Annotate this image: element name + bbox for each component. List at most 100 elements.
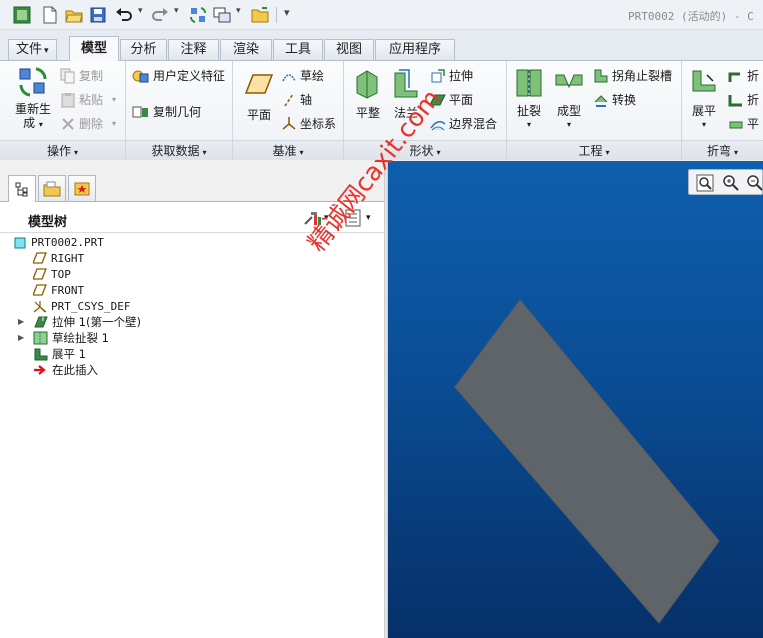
convert-button[interactable]: 转换 (593, 91, 636, 108)
group-label-get-data[interactable]: 获取数据 ▾ (126, 140, 232, 160)
flat-wall-big-icon (356, 70, 378, 99)
udf-icon (132, 70, 149, 82)
sketch-button[interactable]: 草绘 (281, 67, 324, 84)
user-defined-feature-button[interactable]: 用户定义特征 (132, 67, 225, 84)
tab-file[interactable]: 文件 ▾ (8, 39, 57, 60)
customize-toolbar-icon[interactable]: ▾ (284, 6, 290, 19)
delete-icon (62, 117, 74, 130)
extrude-icon (431, 68, 445, 82)
group-label-datum[interactable]: 基准 ▾ (233, 140, 343, 160)
group-label-operations[interactable]: 操作 ▾ (0, 140, 125, 160)
windows-icon[interactable] (212, 5, 232, 25)
undo-dropdown-icon[interactable]: ▾ (138, 6, 143, 16)
tab-model[interactable]: 模型 (69, 36, 119, 61)
form-button[interactable]: 成型 ▾ (551, 67, 587, 132)
sketch-rip-icon (33, 331, 48, 345)
edge-bend-button[interactable]: 折 (728, 91, 759, 108)
bend-button[interactable]: 折 (728, 67, 759, 84)
axis-button[interactable]: 轴 (281, 91, 312, 108)
extrude-wall-icon (34, 316, 48, 328)
undo-icon[interactable] (114, 5, 134, 25)
tree-item-extrude-wall[interactable]: 拉伸 1(第一个壁) (33, 314, 141, 330)
csys-icon (33, 300, 47, 312)
app-icon[interactable] (12, 5, 32, 25)
extrude-button[interactable]: 拉伸 (430, 67, 473, 84)
tree-item-csys[interactable]: PRT_CSYS_DEF (33, 298, 130, 314)
csys-button[interactable]: 坐标系 (281, 115, 336, 132)
copy-button[interactable]: 复制 (60, 67, 103, 84)
datum-plane-big-icon (244, 74, 274, 94)
delete-button[interactable]: 删除 ▾ (60, 115, 116, 132)
unbend-button[interactable]: 展平 ▾ (686, 67, 722, 132)
new-icon[interactable] (40, 5, 60, 25)
group-engineering: 扯裂 ▾ 成型 ▾ 拐角止裂槽 转换 工程 ▾ (507, 61, 682, 160)
expand-extrude-icon[interactable]: ▶ (18, 317, 24, 326)
datum-plane-icon (33, 252, 47, 264)
graphics-window[interactable] (388, 161, 763, 638)
refit-icon (696, 174, 714, 192)
datum-plane-button[interactable]: 平面 (239, 69, 279, 122)
tab-applications[interactable]: 应用程序 (375, 39, 455, 60)
save-icon[interactable] (88, 5, 108, 25)
zoom-in-button[interactable] (721, 173, 741, 193)
tab-view[interactable]: 视图 (324, 39, 374, 60)
corner-relief-button[interactable]: 拐角止裂槽 (593, 67, 672, 84)
unbend-big-icon (692, 70, 716, 92)
model-tree-title: 模型树 (28, 215, 68, 230)
favorites-tab[interactable] (68, 175, 96, 201)
tab-tools[interactable]: 工具 (273, 39, 323, 60)
copy-geometry-button[interactable]: 复制几何 (132, 103, 201, 120)
tree-item-top[interactable]: TOP (33, 266, 71, 282)
redo-icon[interactable] (150, 5, 170, 25)
convert-icon (594, 94, 608, 107)
tree-item-front[interactable]: FRONT (33, 282, 84, 298)
redo-dropdown-icon[interactable]: ▾ (174, 6, 179, 16)
boundary-blend-button[interactable]: 边界混合 (430, 115, 497, 132)
zoom-in-icon (723, 175, 739, 191)
edge-bend-icon (728, 94, 742, 106)
flatten-icon (729, 121, 743, 128)
copy-icon (60, 68, 75, 83)
tree-item-unbend[interactable]: 展平 1 (33, 346, 86, 362)
datum-plane-icon (33, 284, 47, 296)
axis-icon (284, 93, 294, 106)
zoom-out-icon (747, 175, 763, 191)
folder-icon[interactable] (250, 5, 270, 25)
copy-geometry-icon (132, 106, 148, 117)
datum-plane-icon (33, 268, 47, 280)
flatten-button[interactable]: 平 (728, 115, 759, 132)
folder-browser-icon (43, 181, 61, 196)
folder-browser-tab[interactable] (38, 175, 66, 201)
flat-pattern-face[interactable] (454, 299, 720, 624)
favorites-icon (74, 182, 90, 195)
rip-big-icon (516, 69, 542, 97)
tree-item-sketch-rip[interactable]: 草绘扯裂 1 (33, 330, 109, 346)
rip-button[interactable]: 扯裂 ▾ (511, 67, 547, 132)
regenerate-icon[interactable] (188, 5, 208, 25)
part-icon (14, 237, 26, 248)
regenerate-button[interactable]: 重新生 成 ▾ (8, 65, 58, 132)
tab-annotate[interactable]: 注释 (168, 39, 219, 60)
open-icon[interactable] (64, 5, 84, 25)
paste-button[interactable]: 粘贴 ▾ (60, 91, 116, 108)
corner-relief-icon (594, 69, 608, 82)
tab-analysis[interactable]: 分析 (120, 39, 167, 60)
bend-icon (728, 72, 740, 82)
graphics-toolbar (688, 169, 763, 195)
tree-item-insert-here[interactable]: 在此插入 (33, 362, 98, 378)
model-tree-tab[interactable] (8, 175, 36, 202)
group-label-engineering[interactable]: 工程 ▾ (507, 140, 681, 160)
windows-dropdown-icon[interactable]: ▾ (236, 6, 241, 16)
group-label-bend[interactable]: 折弯 ▾ (682, 140, 763, 160)
flat-wall-button[interactable]: 平整 (350, 67, 386, 120)
tree-item-part[interactable]: PRT0002.PRT (14, 234, 104, 250)
model-tree: PRT0002.PRT RIGHT TOP FRONT PRT_CSYS_DEF… (0, 233, 384, 638)
tree-item-right[interactable]: RIGHT (33, 250, 84, 266)
window-title: PRT0002 (活动的) - C (628, 10, 754, 23)
zoom-out-button[interactable] (745, 173, 763, 193)
expand-sketch-rip-icon[interactable]: ▶ (18, 333, 24, 342)
tab-render[interactable]: 渲染 (220, 39, 272, 60)
form-big-icon (555, 74, 583, 89)
group-bend: 展平 ▾ 折 折 平 折弯 ▾ (682, 61, 763, 160)
refit-button[interactable] (695, 173, 715, 193)
